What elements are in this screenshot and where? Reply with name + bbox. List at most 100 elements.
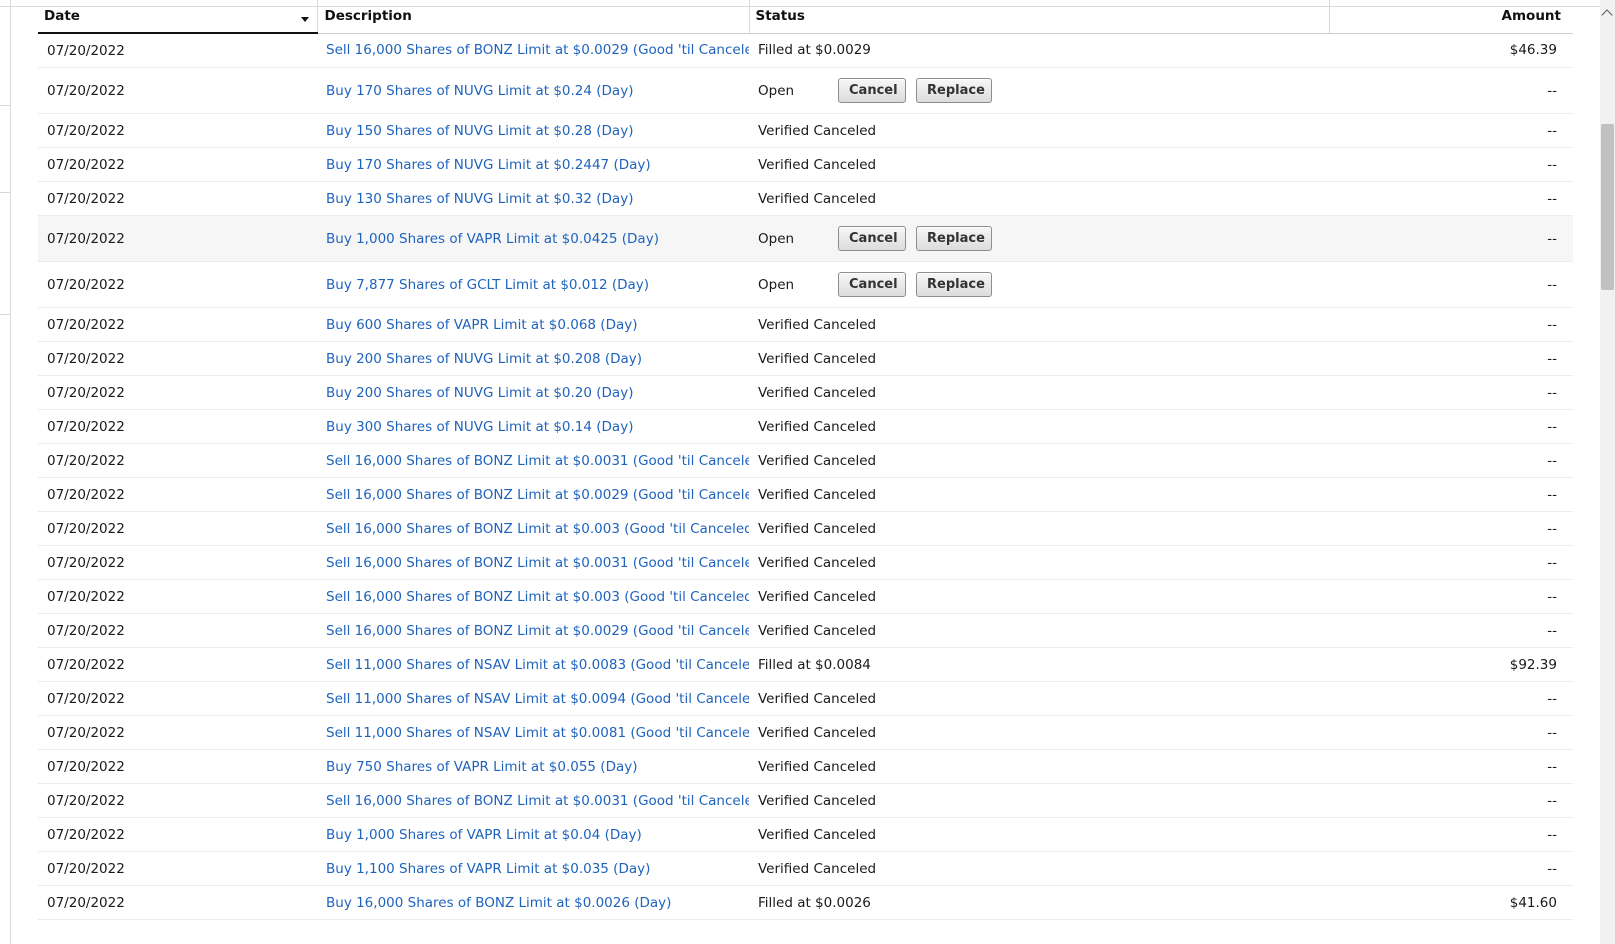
order-status: Open xyxy=(758,276,795,293)
order-description-link[interactable]: Buy 200 Shares of NUVG Limit at $0.208 (… xyxy=(326,351,642,367)
table-row: 07/20/2022 Sell 16,000 Shares of BONZ Lim… xyxy=(38,783,1573,818)
order-date: 07/20/2022 xyxy=(47,276,125,293)
description-cell: Buy 750 Shares of VAPR Limit at $0.055 (… xyxy=(317,749,749,784)
amount-cell: -- xyxy=(1329,261,1573,308)
status-cell: Verified Canceled xyxy=(749,375,1329,410)
order-status: Filled at $0.0026 xyxy=(758,894,871,911)
order-description-link[interactable]: Sell 16,000 Shares of BONZ Limit at $0.0… xyxy=(326,793,749,809)
status-cell: Verified Canceled xyxy=(749,147,1329,182)
amount-cell: -- xyxy=(1329,715,1573,750)
description-cell: Buy 170 Shares of NUVG Limit at $0.24 (D… xyxy=(317,67,749,114)
order-amount: -- xyxy=(1547,190,1557,207)
status-cell: Verified Canceled xyxy=(749,749,1329,784)
order-description-link[interactable]: Buy 7,877 Shares of GCLT Limit at $0.012… xyxy=(326,277,649,293)
amount-cell: -- xyxy=(1329,113,1573,148)
date-column-header[interactable]: Date xyxy=(38,0,317,34)
status-cell: Verified Canceled xyxy=(749,181,1329,216)
order-description-link[interactable]: Buy 150 Shares of NUVG Limit at $0.28 (D… xyxy=(326,123,633,139)
order-date: 07/20/2022 xyxy=(47,588,125,605)
cancel-order-button[interactable]: Cancel xyxy=(838,78,906,103)
order-date: 07/20/2022 xyxy=(47,520,125,537)
order-status: Filled at $0.0084 xyxy=(758,656,871,673)
date-cell: 07/20/2022 xyxy=(38,749,317,784)
order-amount: -- xyxy=(1547,316,1557,333)
status-cell: Verified Canceled xyxy=(749,783,1329,818)
description-cell: Sell 16,000 Shares of BONZ Limit at $0.0… xyxy=(317,545,749,580)
cancel-order-button[interactable]: Cancel xyxy=(838,226,906,251)
order-status: Verified Canceled xyxy=(758,156,877,173)
order-amount: -- xyxy=(1547,520,1557,537)
date-cell: 07/20/2022 xyxy=(38,215,317,262)
table-row: 07/20/2022 Buy 130 Shares of NUVG Limit a… xyxy=(38,181,1573,216)
chevron-down-icon[interactable] xyxy=(300,17,309,22)
order-description-link[interactable]: Sell 11,000 Shares of NSAV Limit at $0.0… xyxy=(326,691,749,707)
amount-cell: -- xyxy=(1329,579,1573,614)
table-header-row: Date Description Status Amount xyxy=(38,0,1573,34)
cancel-order-button[interactable]: Cancel xyxy=(838,272,906,297)
order-description-link[interactable]: Sell 16,000 Shares of BONZ Limit at $0.0… xyxy=(326,453,749,469)
order-amount: -- xyxy=(1547,588,1557,605)
amount-cell: -- xyxy=(1329,681,1573,716)
order-amount: -- xyxy=(1547,276,1557,293)
order-amount: -- xyxy=(1547,758,1557,775)
rail-divider xyxy=(0,314,10,315)
order-description-link[interactable]: Sell 16,000 Shares of BONZ Limit at $0.0… xyxy=(326,623,749,639)
order-description-link[interactable]: Sell 16,000 Shares of BONZ Limit at $0.0… xyxy=(326,521,749,537)
amount-column-header[interactable]: Amount xyxy=(1328,0,1573,34)
order-amount: -- xyxy=(1547,486,1557,503)
order-description-link[interactable]: Buy 170 Shares of NUVG Limit at $0.2447 … xyxy=(326,157,651,173)
order-date: 07/20/2022 xyxy=(47,230,125,247)
amount-cell: -- xyxy=(1329,147,1573,182)
date-cell: 07/20/2022 xyxy=(38,443,317,478)
replace-order-button[interactable]: Replace xyxy=(916,272,992,297)
order-description-link[interactable]: Sell 16,000 Shares of BONZ Limit at $0.0… xyxy=(326,589,749,605)
order-amount: -- xyxy=(1547,230,1557,247)
status-cell: Open Cancel Replace xyxy=(749,261,1329,308)
order-description-link[interactable]: Sell 11,000 Shares of NSAV Limit at $0.0… xyxy=(326,725,749,741)
status-cell: Open Cancel Replace xyxy=(749,215,1329,262)
status-column-header[interactable]: Status xyxy=(748,0,1329,34)
order-description-link[interactable]: Buy 600 Shares of VAPR Limit at $0.068 (… xyxy=(326,317,638,333)
order-description-link[interactable]: Sell 11,000 Shares of NSAV Limit at $0.0… xyxy=(326,657,749,673)
date-cell: 07/20/2022 xyxy=(38,647,317,682)
status-header-label: Status xyxy=(755,8,805,25)
table-row: 07/20/2022 Buy 600 Shares of VAPR Limit a… xyxy=(38,307,1573,342)
table-row: 07/20/2022 Sell 16,000 Shares of BONZ Lim… xyxy=(38,511,1573,546)
replace-order-button[interactable]: Replace xyxy=(916,78,992,103)
order-amount: -- xyxy=(1547,82,1557,99)
date-cell: 07/20/2022 xyxy=(38,715,317,750)
order-date: 07/20/2022 xyxy=(47,42,125,59)
order-status: Verified Canceled xyxy=(758,758,877,775)
description-cell: Buy 16,000 Shares of BONZ Limit at $0.00… xyxy=(317,885,749,920)
scrollbar-thumb[interactable] xyxy=(1601,124,1614,290)
order-description-link[interactable]: Buy 170 Shares of NUVG Limit at $0.24 (D… xyxy=(326,83,633,99)
order-status: Verified Canceled xyxy=(758,622,877,639)
status-cell: Filled at $0.0029 xyxy=(749,33,1329,68)
order-status: Verified Canceled xyxy=(758,690,877,707)
date-cell: 07/20/2022 xyxy=(38,817,317,852)
order-amount: $41.60 xyxy=(1509,894,1557,911)
order-description-link[interactable]: Buy 130 Shares of NUVG Limit at $0.32 (D… xyxy=(326,191,633,207)
order-description-link[interactable]: Buy 1,000 Shares of VAPR Limit at $0.042… xyxy=(326,231,659,247)
order-date: 07/20/2022 xyxy=(47,82,125,99)
table-row: 07/20/2022 Sell 11,000 Shares of NSAV Lim… xyxy=(38,647,1573,682)
order-description-link[interactable]: Buy 300 Shares of NUVG Limit at $0.14 (D… xyxy=(326,419,633,435)
order-description-link[interactable]: Buy 200 Shares of NUVG Limit at $0.20 (D… xyxy=(326,385,633,401)
order-description-link[interactable]: Buy 1,000 Shares of VAPR Limit at $0.04 … xyxy=(326,827,642,843)
order-date: 07/20/2022 xyxy=(47,384,125,401)
replace-order-button[interactable]: Replace xyxy=(916,226,992,251)
orders-table-container: Date Description Status Amount 07/20/202… xyxy=(38,0,1573,920)
order-description-link[interactable]: Sell 16,000 Shares of BONZ Limit at $0.0… xyxy=(326,487,749,503)
order-description-link[interactable]: Buy 750 Shares of VAPR Limit at $0.055 (… xyxy=(326,759,638,775)
description-cell: Buy 170 Shares of NUVG Limit at $0.2447 … xyxy=(317,147,749,182)
status-cell: Verified Canceled xyxy=(749,443,1329,478)
amount-cell: -- xyxy=(1329,613,1573,648)
order-description-link[interactable]: Buy 1,100 Shares of VAPR Limit at $0.035… xyxy=(326,861,650,877)
order-amount: -- xyxy=(1547,350,1557,367)
order-description-link[interactable]: Sell 16,000 Shares of BONZ Limit at $0.0… xyxy=(326,42,749,58)
description-column-header[interactable]: Description xyxy=(316,0,749,34)
order-description-link[interactable]: Buy 16,000 Shares of BONZ Limit at $0.00… xyxy=(326,895,671,911)
order-description-link[interactable]: Sell 16,000 Shares of BONZ Limit at $0.0… xyxy=(326,555,749,571)
table-row: 07/20/2022 Sell 16,000 Shares of BONZ Lim… xyxy=(38,477,1573,512)
orders-table: Date Description Status Amount 07/20/202… xyxy=(38,0,1573,920)
